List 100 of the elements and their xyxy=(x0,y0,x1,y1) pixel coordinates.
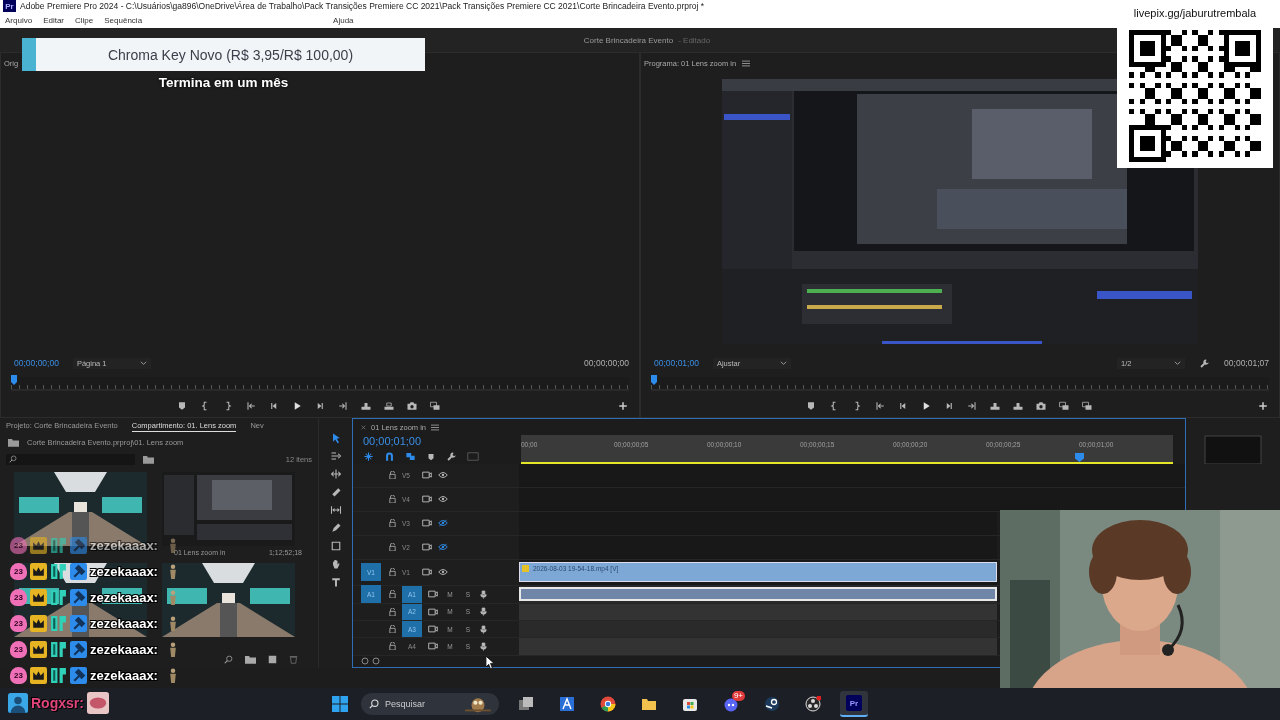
audio-meter-drawing xyxy=(1203,434,1263,464)
notification-badge: 9+ xyxy=(731,691,745,701)
folder-icon[interactable] xyxy=(245,654,256,664)
caret-icon xyxy=(1174,359,1182,367)
menu-item[interactable]: Arquivo xyxy=(5,15,33,25)
chat-username: zezekaaax: xyxy=(90,667,158,683)
sync-lock-icon[interactable] xyxy=(428,625,438,634)
lock-icon[interactable] xyxy=(389,607,396,616)
taskbar-button[interactable]: 9+ xyxy=(717,691,745,717)
go-to-out-icon[interactable] xyxy=(965,400,978,412)
microphone-icon[interactable] xyxy=(480,641,487,651)
timecode[interactable]: 00;00;01;00 xyxy=(654,358,699,368)
add-button-icon[interactable] xyxy=(617,400,629,412)
lock-icon[interactable] xyxy=(389,625,396,634)
sync-lock-icon[interactable] xyxy=(422,568,432,577)
wrench-icon[interactable] xyxy=(1199,357,1211,369)
lift-icon[interactable] xyxy=(988,400,1001,412)
timecode[interactable]: 00;00;01;00 xyxy=(363,435,521,448)
hidden-eye-icon[interactable] xyxy=(438,519,448,528)
emblem-icon xyxy=(50,666,67,684)
menu-item[interactable]: Ajuda xyxy=(333,15,354,25)
chat-username: zezekaaax: xyxy=(90,641,158,657)
lock-icon[interactable] xyxy=(389,519,396,528)
rectangle-icon[interactable] xyxy=(329,540,342,552)
microphone-icon[interactable] xyxy=(480,589,487,599)
timecode[interactable]: 00;00;00;00 xyxy=(14,358,59,368)
marker-icon[interactable] xyxy=(176,400,188,412)
emblem-icon xyxy=(50,536,67,554)
camera-icon[interactable] xyxy=(406,400,418,412)
cursor-icon xyxy=(486,656,495,669)
windows-start-icon[interactable] xyxy=(332,696,348,712)
hidden-eye-icon[interactable] xyxy=(438,543,448,552)
emblem-icon xyxy=(50,614,67,632)
sync-lock-icon[interactable] xyxy=(428,642,438,651)
type-tool-icon[interactable] xyxy=(329,576,342,588)
wrench-icon[interactable] xyxy=(446,451,457,463)
search-field[interactable] xyxy=(6,453,135,465)
sync-lock-icon[interactable] xyxy=(428,607,438,616)
emblem-icon xyxy=(50,562,67,580)
pen-icon[interactable] xyxy=(329,522,342,534)
menu-icon[interactable] xyxy=(742,59,751,67)
playhead-icon[interactable] xyxy=(1075,452,1084,462)
avatar-icon xyxy=(8,693,28,713)
linked-selection-icon[interactable] xyxy=(405,451,416,463)
playhead-icon[interactable] xyxy=(651,375,657,385)
menu-item[interactable]: Sequência xyxy=(104,15,143,25)
lock-icon[interactable] xyxy=(389,568,396,577)
compare-icon[interactable] xyxy=(429,400,441,412)
sync-lock-icon[interactable] xyxy=(428,590,438,599)
emblem-icon xyxy=(50,640,67,658)
menu-item[interactable]: Clipe xyxy=(75,15,94,25)
caret-icon xyxy=(779,359,787,367)
snap-icon[interactable] xyxy=(384,451,395,463)
track-select-icon[interactable] xyxy=(329,450,342,462)
new-item-icon[interactable] xyxy=(268,654,277,664)
extract-icon[interactable] xyxy=(1011,400,1024,412)
sync-lock-icon[interactable] xyxy=(422,543,432,552)
eye-icon[interactable] xyxy=(438,568,448,577)
camera-icon[interactable] xyxy=(1034,400,1047,412)
microphone-icon[interactable] xyxy=(480,624,487,634)
nest-icon[interactable] xyxy=(363,451,374,463)
fx-icon xyxy=(522,565,529,573)
eye-icon[interactable] xyxy=(438,495,448,504)
task-view-icon xyxy=(518,696,534,712)
microphone-icon[interactable] xyxy=(480,607,487,617)
playhead-icon[interactable] xyxy=(11,375,17,385)
browser-icon xyxy=(600,696,616,712)
chat-username: Rogxsr: xyxy=(31,695,84,711)
marker-icon[interactable] xyxy=(426,451,436,462)
duration: 00;00;01;07 xyxy=(1224,358,1269,368)
app-icon: Pr xyxy=(3,0,16,12)
go-to-in-icon[interactable] xyxy=(245,400,257,412)
close-icon[interactable] xyxy=(361,424,366,430)
comparison-view-icon[interactable] xyxy=(1080,400,1093,412)
taskbar-button[interactable]: Pr xyxy=(840,691,868,717)
zoom-handle-icon[interactable] xyxy=(361,657,381,666)
trash-icon[interactable] xyxy=(289,654,298,664)
insert-icon[interactable] xyxy=(360,400,372,412)
sync-lock-icon[interactable] xyxy=(422,519,432,528)
lock-icon[interactable] xyxy=(389,471,396,480)
lock-icon[interactable] xyxy=(389,642,396,651)
search-icon[interactable] xyxy=(224,654,233,664)
menu-icon[interactable] xyxy=(431,423,440,431)
go-to-out-icon[interactable] xyxy=(337,400,349,412)
lock-icon[interactable] xyxy=(389,543,396,552)
menu-item[interactable]: Editar xyxy=(43,15,65,25)
search-icon xyxy=(9,455,17,463)
compare-icon[interactable] xyxy=(1057,400,1070,412)
sync-lock-icon[interactable] xyxy=(422,495,432,504)
go-to-in-icon[interactable] xyxy=(873,400,886,412)
search-field[interactable]: Pesquisar xyxy=(361,693,499,715)
add-button-icon[interactable] xyxy=(1257,400,1269,412)
ripple-edit-icon[interactable] xyxy=(329,468,342,480)
lock-icon[interactable] xyxy=(389,495,396,504)
eye-icon[interactable] xyxy=(438,471,448,480)
new-bin-icon[interactable] xyxy=(143,454,154,464)
slip-icon[interactable] xyxy=(329,504,342,516)
overwrite-icon[interactable] xyxy=(383,400,395,412)
lock-icon[interactable] xyxy=(389,590,396,599)
sync-lock-icon[interactable] xyxy=(422,471,432,480)
